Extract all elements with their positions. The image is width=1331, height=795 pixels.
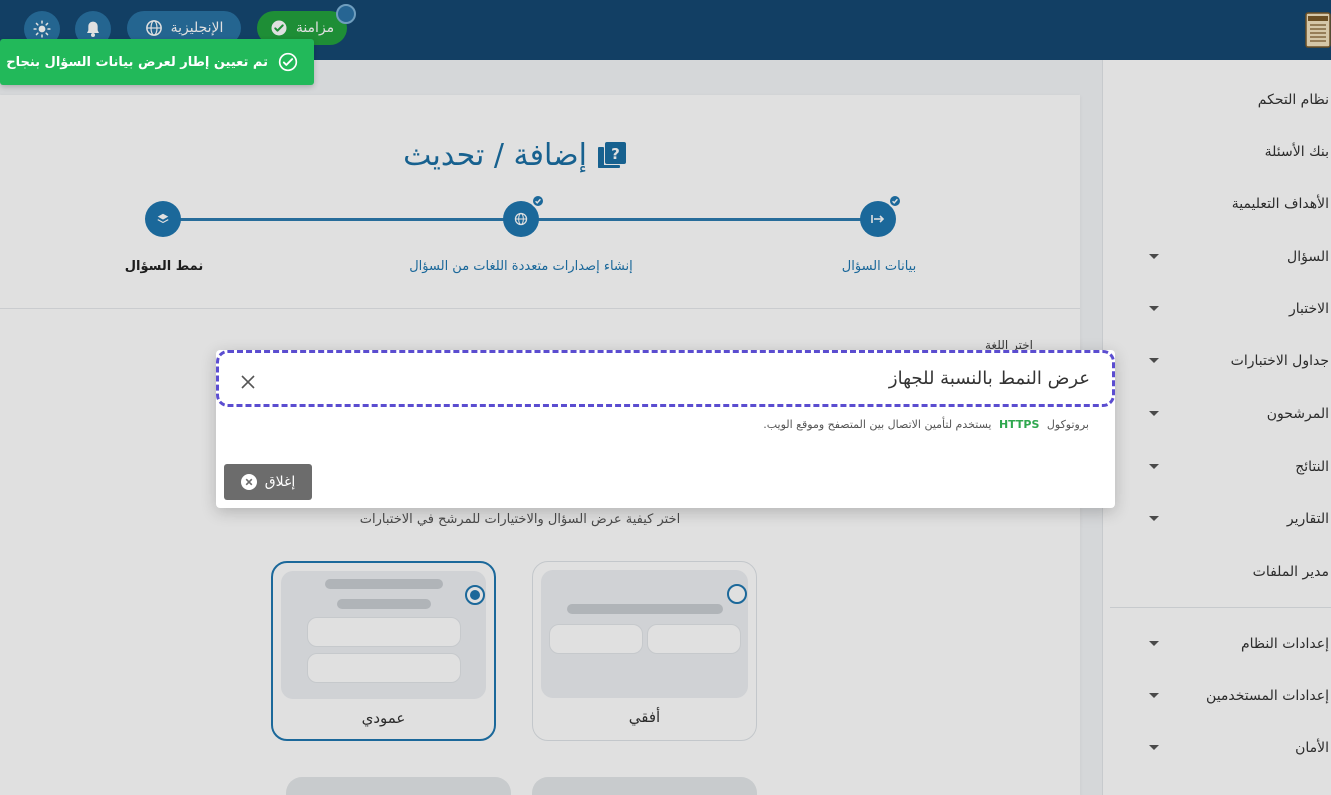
dialog-close-action-button[interactable]: إغلاق (224, 464, 312, 500)
dialog-body: بروتوكول HTTPS يستخدم لتأمين الاتصال بين… (763, 418, 1089, 431)
toast-message: تم تعيين إطار لعرض بيانات السؤال بنجاح (6, 54, 268, 70)
dialog-body-prefix: بروتوكول (1046, 418, 1089, 431)
close-button-label: إغلاق (264, 474, 296, 490)
dialog-close-button[interactable] (237, 371, 259, 393)
dialog-title: عرض النمط بالنسبة للجهاز (888, 368, 1090, 389)
success-toast[interactable]: تم تعيين إطار لعرض بيانات السؤال بنجاح (0, 39, 314, 85)
dialog-body-suffix: يستخدم لتأمين الاتصال بين المتصفح وموقع … (763, 418, 992, 431)
check-circle-icon (278, 52, 298, 72)
dialog-header: عرض النمط بالنسبة للجهاز (216, 350, 1115, 407)
device-layout-dialog: عرض النمط بالنسبة للجهاز بروتوكول HTTPS … (216, 350, 1115, 508)
close-icon (241, 375, 255, 389)
close-circle-icon (240, 474, 257, 490)
dialog-body-highlight: HTTPS (998, 418, 1040, 431)
